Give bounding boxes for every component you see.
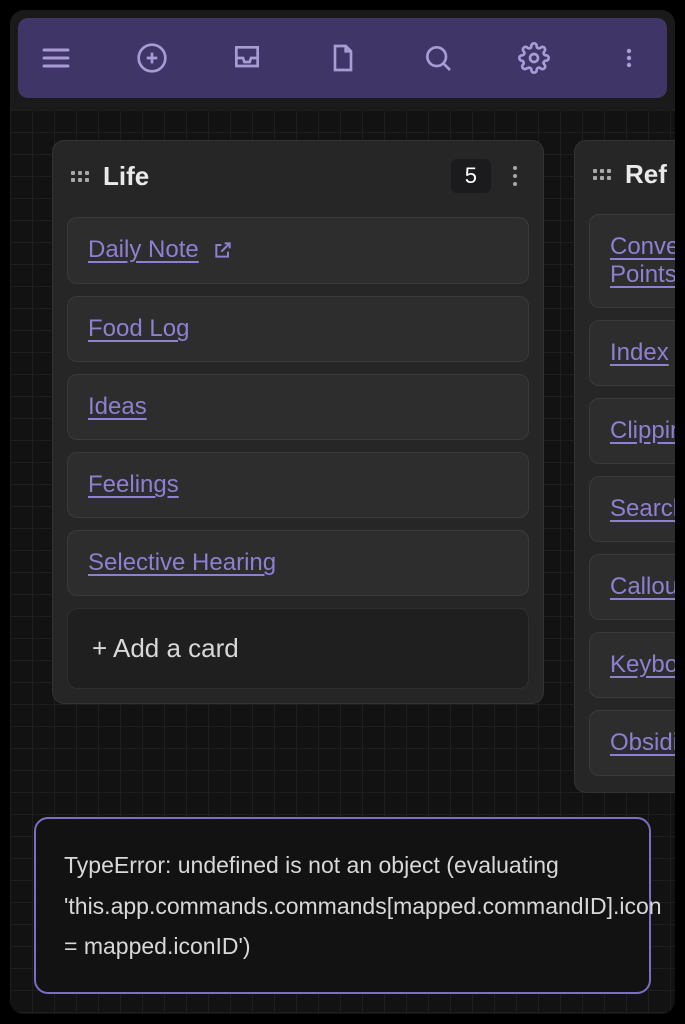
plus-circle-icon[interactable]	[134, 40, 170, 76]
grip-icon[interactable]	[71, 171, 89, 182]
card-link[interactable]: Daily Note	[88, 236, 199, 263]
lane-count: 5	[451, 159, 491, 193]
card-link[interactable]: Food Log	[88, 315, 189, 342]
card[interactable]: Conve Points	[589, 214, 675, 308]
lane-life: Life 5 Daily Note Food Log	[52, 140, 544, 704]
lane-menu-icon[interactable]	[505, 162, 525, 190]
lane-ref: Ref Conve Points Index Clippin Searcl Ca…	[574, 140, 675, 793]
card-link[interactable]: Keybo	[610, 651, 675, 678]
card-link[interactable]: Feelings	[88, 471, 179, 498]
card-link[interactable]: Conve	[610, 233, 675, 260]
grip-icon[interactable]	[593, 169, 611, 180]
card[interactable]: Searcl	[589, 476, 675, 542]
add-card-button[interactable]: + Add a card	[67, 608, 529, 689]
card-link[interactable]: Clippin	[610, 417, 675, 444]
card[interactable]: Keybo	[589, 632, 675, 698]
card[interactable]: Clippin	[589, 398, 675, 464]
card-link[interactable]: Obsidi	[610, 729, 675, 756]
external-link-icon	[213, 240, 233, 265]
error-text: TypeError: undefined is not an object (e…	[64, 852, 662, 959]
card-selective-hearing[interactable]: Selective Hearing	[67, 530, 529, 596]
card-daily-note[interactable]: Daily Note	[67, 217, 529, 284]
card-feelings[interactable]: Feelings	[67, 452, 529, 518]
search-icon[interactable]	[420, 40, 456, 76]
card[interactable]: Callou	[589, 554, 675, 620]
card-link[interactable]: Searcl	[610, 495, 675, 522]
settings-icon[interactable]	[516, 40, 552, 76]
lane-header: Life 5	[53, 141, 543, 211]
more-vertical-icon[interactable]	[611, 40, 647, 76]
card[interactable]: Index	[589, 320, 675, 386]
add-card-label: + Add a card	[92, 633, 239, 663]
lane-header: Ref	[575, 141, 675, 208]
error-panel: TypeError: undefined is not an object (e…	[34, 817, 651, 994]
toolbar	[18, 18, 667, 98]
card-food-log[interactable]: Food Log	[67, 296, 529, 362]
file-icon[interactable]	[325, 40, 361, 76]
menu-icon[interactable]	[38, 40, 74, 76]
card[interactable]: Obsidi	[589, 710, 675, 776]
lane-title: Life	[103, 161, 437, 192]
card-link[interactable]: Index	[610, 339, 669, 366]
card-link[interactable]: Points	[610, 261, 675, 288]
inbox-icon[interactable]	[229, 40, 265, 76]
card-link[interactable]: Selective Hearing	[88, 549, 276, 576]
card-ideas[interactable]: Ideas	[67, 374, 529, 440]
lane-title: Ref	[625, 159, 675, 190]
card-link[interactable]: Callou	[610, 573, 675, 600]
card-link[interactable]: Ideas	[88, 393, 147, 420]
